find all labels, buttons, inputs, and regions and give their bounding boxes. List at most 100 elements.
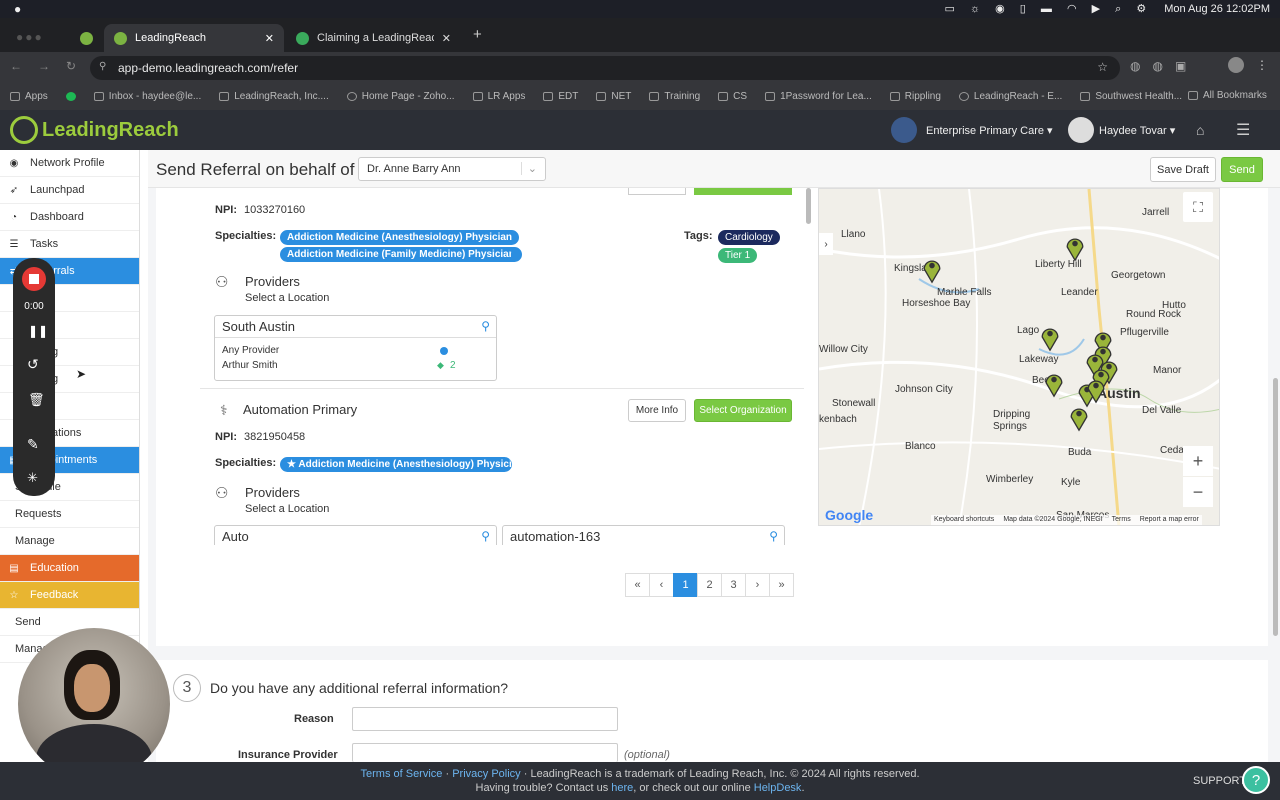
bookmark-item[interactable]: 1Password for Lea... [765,91,872,102]
help-icon[interactable]: ? [1242,766,1270,794]
map-marker[interactable] [922,255,942,285]
bookmark-star-icon[interactable]: ☆ [1097,60,1108,74]
new-tab-icon[interactable]: + [473,26,482,43]
pagination-page-1[interactable]: 1 [673,573,698,597]
location-card-automation-163[interactable]: automation-163 ⚲ [502,525,785,545]
sidebar-item-dashboard[interactable]: ◔ Dashboard [0,204,139,231]
apple-icon[interactable]: ● [14,2,21,16]
window-controls[interactable]: ●●● [16,30,44,44]
sidebar-subitem-requests[interactable]: Requests [0,501,139,528]
bookmark-item[interactable] [65,91,76,101]
map-credit[interactable]: Keyboard shortcuts [934,516,994,525]
back-icon[interactable]: ← [10,59,22,73]
bookmark-apps[interactable]: Apps [10,91,48,102]
bookmark-item[interactable]: EDT [543,91,578,102]
page-scrollbar[interactable] [1273,378,1278,636]
pause-icon[interactable]: ❚❚ [28,324,48,338]
tab-leadingreach[interactable]: LeadingReach ✕ [104,24,284,52]
map-pin-icon[interactable]: ⚲ [481,319,490,333]
pagination-first[interactable]: « [625,573,650,597]
select-organization-button[interactable] [694,188,792,195]
pagination-last[interactable]: » [769,573,794,597]
pagination-page-3[interactable]: 3 [721,573,746,597]
results-scrollbar[interactable] [806,188,811,224]
bookmark-item[interactable]: Training [649,91,700,102]
pagination-next[interactable]: › [745,573,770,597]
map-marker[interactable] [1044,369,1064,399]
reason-input[interactable] [352,707,618,731]
sidebar-item-feedback[interactable]: ☆ Feedback [0,582,139,609]
address-bar[interactable]: ⚲ app-demo.leadingreach.com/refer ☆ [90,56,1120,80]
map-credit[interactable]: Terms [1112,516,1131,525]
tab-claiming-fax[interactable]: Claiming a LeadingReach Fax ✕ [286,24,461,52]
info-icon[interactable] [511,249,520,258]
map-sidebar-toggle[interactable]: › [819,233,833,255]
bookmark-item[interactable]: NET [596,91,631,102]
bookmark-item[interactable]: LR Apps [472,91,525,102]
more-info-button[interactable] [628,188,686,195]
map-marker[interactable] [1065,233,1085,263]
more-info-button[interactable]: More Info [628,399,686,422]
bookmark-item[interactable]: Southwest Health... [1080,91,1182,102]
sidebar-item-network-profile[interactable]: ◉ Network Profile [0,150,139,177]
sidebar-item-education[interactable]: ▤ Education [0,555,139,582]
insurance-provider-input[interactable] [352,743,618,762]
on-behalf-select[interactable]: Dr. Anne Barry Ann ⌄ [358,157,546,181]
info-icon[interactable] [440,347,448,355]
select-organization-button[interactable]: Select Organization [694,399,792,422]
bookmark-item[interactable]: LeadingReach - E... [958,91,1062,102]
sidebar-item-tasks[interactable]: ☰ Tasks [0,231,139,258]
any-provider-option[interactable]: Any Provider [222,345,279,356]
org-switcher[interactable]: Enterprise Primary Care ▾ [926,124,1053,137]
helpdesk-link[interactable]: HelpDesk [754,782,802,794]
menu-icon[interactable]: ⋮ [1256,58,1268,72]
trash-icon[interactable]: 🗑 [28,392,45,408]
provider-option[interactable]: Arthur Smith [222,360,278,371]
support-label[interactable]: SUPPORT [1193,775,1246,787]
sidebar-item-launchpad[interactable]: ➶ Launchpad [0,177,139,204]
map-marker[interactable] [1086,375,1106,405]
sidebar-subitem-manage[interactable]: Manage [0,528,139,555]
all-bookmarks[interactable]: All Bookmarks [1188,90,1267,101]
extension-icons[interactable]: ◍◍▣ [1130,59,1198,73]
pagination-page-2[interactable]: 2 [697,573,722,597]
restart-icon[interactable]: ↺ [27,356,39,373]
map-pin-icon[interactable]: ⚲ [769,529,778,543]
map-credit[interactable]: Report a map error [1140,516,1199,525]
contact-link[interactable]: here [611,782,633,794]
close-icon[interactable]: ✕ [265,32,274,45]
bookmark-item[interactable]: Inbox - haydee@le... [93,91,201,102]
terms-link[interactable]: Terms of Service [361,768,443,780]
stop-record-icon[interactable] [22,267,46,291]
tab-pinned[interactable] [72,24,102,52]
forward-icon[interactable]: → [38,59,50,73]
pencil-icon[interactable]: ✎ [27,436,39,453]
hamburger-menu-icon[interactable]: ☰ [1236,120,1250,140]
leadingreach-logo[interactable]: LeadingReach [10,116,179,144]
bookmark-item[interactable]: Home Page - Zoho... [346,91,455,102]
pagination-prev[interactable]: ‹ [649,573,674,597]
map-marker[interactable] [1069,403,1089,433]
save-draft-button[interactable]: Save Draft [1150,157,1216,182]
map-marker[interactable] [1040,323,1060,353]
reload-icon[interactable]: ↻ [66,59,76,73]
profile-icon[interactable] [1228,57,1244,73]
privacy-link[interactable]: Privacy Policy [452,768,520,780]
close-icon[interactable]: ✕ [442,32,451,45]
map-zoom-out-button[interactable]: − [1183,477,1213,507]
bookmark-item[interactable]: LeadingReach, Inc.... [219,91,329,102]
user-menu[interactable]: Haydee Tovar ▾ [1099,124,1175,137]
location-card-south-austin[interactable]: South Austin ⚲ Any Provider Arthur Smith… [214,315,497,381]
send-button[interactable]: Send [1221,157,1263,182]
inbox-icon[interactable]: ⌂ [1196,122,1204,138]
effects-icon[interactable]: ✳ [27,470,38,486]
map-fullscreen-button[interactable]: ⛶ [1183,192,1213,222]
location-card-auto[interactable]: Auto ⚲ [214,525,497,545]
organization-name[interactable]: Automation Primary [243,402,357,417]
map-pin-icon[interactable]: ⚲ [481,529,490,543]
site-settings-icon[interactable]: ⚲ [99,61,106,72]
bookmark-item[interactable]: Rippling [889,91,941,102]
map-zoom-in-button[interactable]: + [1183,446,1213,476]
bookmark-item[interactable]: CS [718,91,747,102]
providers-map[interactable]: Llano Jarrell Liberty Hill Georgetown Ki… [818,188,1220,526]
